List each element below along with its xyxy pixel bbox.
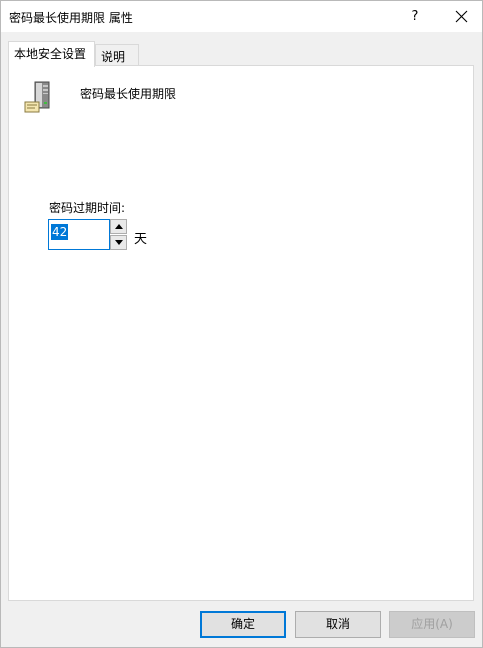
tab-label: 说明 <box>101 50 126 64</box>
close-icon <box>455 10 468 23</box>
stepper-down-button[interactable] <box>110 235 127 250</box>
password-expiry-value: 42 <box>51 224 69 240</box>
server-computer-icon <box>23 80 59 119</box>
properties-dialog: 密码最长使用期限 属性 ? 本地安全设置 说明 密码最长使用期限 密码过期时间:… <box>0 0 483 648</box>
stepper-up-button[interactable] <box>110 219 127 234</box>
arrow-up-icon <box>115 224 123 229</box>
apply-button[interactable]: 应用(A) <box>389 611 475 638</box>
tab-panel-local-security-setting: 密码最长使用期限 密码过期时间: 42 天 <box>8 65 474 601</box>
help-button[interactable]: ? <box>401 1 429 32</box>
window-title: 密码最长使用期限 属性 <box>9 11 133 25</box>
tab-label: 本地安全设置 <box>14 47 87 61</box>
password-expiry-label: 密码过期时间: <box>49 201 126 215</box>
close-button[interactable] <box>443 1 479 32</box>
arrow-down-icon <box>115 240 123 245</box>
ok-button[interactable]: 确定 <box>200 611 286 638</box>
policy-name: 密码最长使用期限 <box>80 87 177 101</box>
password-expiry-input[interactable]: 42 <box>48 219 110 250</box>
title-bar: 密码最长使用期限 属性 ? <box>1 1 482 32</box>
cancel-button[interactable]: 取消 <box>295 611 381 638</box>
days-unit-label: 天 <box>134 232 148 247</box>
tab-local-security-setting[interactable]: 本地安全设置 <box>8 41 95 67</box>
password-expiry-stepper[interactable]: 42 <box>48 219 127 250</box>
tab-explain[interactable]: 说明 <box>95 44 139 65</box>
